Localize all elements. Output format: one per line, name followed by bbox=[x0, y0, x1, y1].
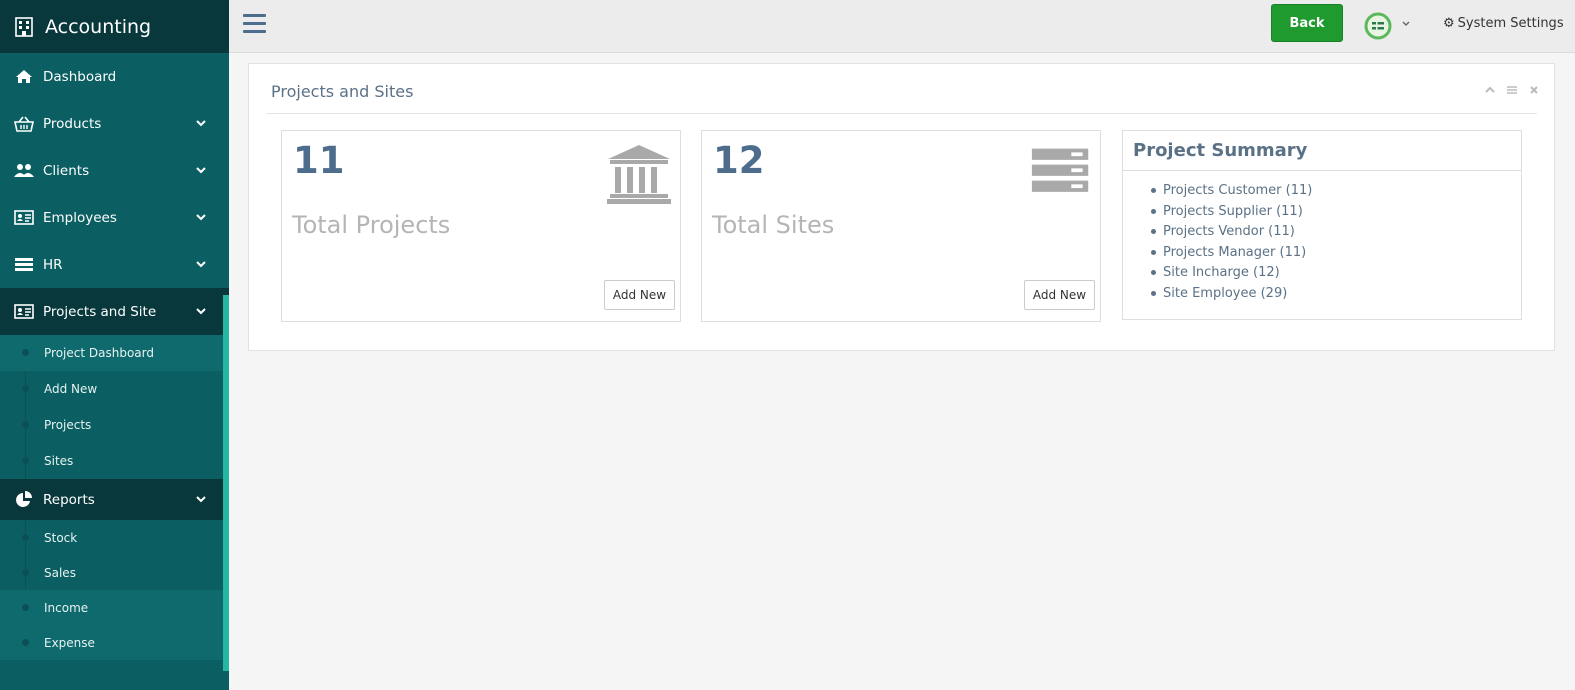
menu-toggle-icon[interactable] bbox=[243, 14, 266, 34]
gear-icon: ⚙ bbox=[1443, 16, 1455, 31]
sidebar-item-label: Employees bbox=[43, 209, 117, 226]
submenu-item-stock[interactable]: Stock bbox=[0, 520, 229, 555]
projects-submenu: Project Dashboard Add New Projects Sites bbox=[0, 335, 229, 479]
chevron-down-icon bbox=[196, 214, 206, 221]
summary-list-item[interactable]: Site Incharge (12) bbox=[1151, 265, 1521, 286]
submenu-item-income[interactable]: Income bbox=[0, 590, 229, 625]
active-section-accent bbox=[223, 295, 229, 671]
sidebar-item-projects-and-site[interactable]: Projects and Site bbox=[0, 288, 229, 335]
summary-list-item[interactable]: Projects Vendor (11) bbox=[1151, 224, 1521, 245]
summary-list-item[interactable]: Site Employee (29) bbox=[1151, 286, 1521, 307]
chevron-down-icon bbox=[196, 496, 206, 503]
total-projects-label: Total Projects bbox=[292, 211, 451, 239]
summary-list-item[interactable]: Projects Manager (11) bbox=[1151, 245, 1521, 266]
sidebar: Accounting Dashboard Products Clients Em… bbox=[0, 0, 229, 690]
total-sites-label: Total Sites bbox=[712, 211, 835, 239]
submenu-item-projects[interactable]: Projects bbox=[0, 407, 229, 443]
sidebar-item-label: Clients bbox=[43, 162, 90, 179]
system-settings-label: System Settings bbox=[1457, 16, 1564, 31]
sidebar-item-clients[interactable]: Clients bbox=[0, 147, 229, 194]
submenu-item-sales[interactable]: Sales bbox=[0, 555, 229, 590]
submenu-item-project-dashboard[interactable]: Project Dashboard bbox=[0, 335, 229, 371]
total-projects-value: 11 bbox=[293, 139, 345, 182]
total-sites-card: 12 Total Sites Add New bbox=[701, 130, 1101, 322]
project-summary-title: Project Summary bbox=[1123, 131, 1521, 171]
submenu-item-sites[interactable]: Sites bbox=[0, 443, 229, 479]
sidebar-item-products[interactable]: Products bbox=[0, 100, 229, 147]
total-projects-card: 11 Total Projects Add New bbox=[281, 130, 681, 322]
topbar: Back ⚙ System Settings bbox=[229, 0, 1575, 53]
sidebar-item-label: Products bbox=[43, 115, 102, 132]
project-summary-list: Projects Customer (11) Projects Supplier… bbox=[1123, 171, 1521, 307]
summary-list-item[interactable]: Projects Supplier (11) bbox=[1151, 204, 1521, 225]
company-logo-icon[interactable] bbox=[1364, 12, 1392, 40]
building-icon bbox=[15, 16, 33, 37]
projects-panel: Projects and Sites 11 Total Projects Add… bbox=[248, 63, 1555, 351]
system-settings-link[interactable]: ⚙ System Settings bbox=[1443, 16, 1564, 31]
sidebar-item-label: Dashboard bbox=[43, 68, 117, 85]
panel-title: Projects and Sites bbox=[271, 82, 414, 101]
brand-title: Accounting bbox=[45, 15, 152, 38]
chevron-down-icon bbox=[196, 261, 206, 268]
sidebar-item-reports[interactable]: Reports bbox=[0, 479, 229, 520]
server-icon bbox=[1031, 148, 1089, 192]
home-icon bbox=[14, 69, 34, 85]
panel-tools bbox=[1484, 84, 1540, 96]
chevron-down-icon bbox=[196, 167, 206, 174]
reports-submenu: Stock Sales Income Expense bbox=[0, 520, 229, 660]
pie-chart-icon bbox=[14, 490, 34, 508]
institution-icon bbox=[607, 145, 671, 204]
submenu-item-add-new[interactable]: Add New bbox=[0, 371, 229, 407]
chevron-down-icon bbox=[196, 308, 206, 315]
sidebar-item-dashboard[interactable]: Dashboard bbox=[0, 53, 229, 100]
add-project-button[interactable]: Add New bbox=[604, 280, 675, 310]
id-card-icon bbox=[14, 304, 34, 320]
users-icon bbox=[14, 163, 34, 179]
total-sites-value: 12 bbox=[713, 139, 765, 182]
close-icon[interactable] bbox=[1528, 84, 1540, 96]
id-card-icon bbox=[14, 210, 34, 226]
brand[interactable]: Accounting bbox=[0, 0, 229, 53]
collapse-icon[interactable] bbox=[1484, 84, 1496, 96]
sidebar-item-label: Reports bbox=[43, 491, 95, 508]
summary-list-item[interactable]: Projects Customer (11) bbox=[1151, 183, 1521, 204]
back-button[interactable]: Back bbox=[1271, 4, 1343, 42]
sidebar-item-employees[interactable]: Employees bbox=[0, 194, 229, 241]
sidebar-item-hr[interactable]: HR bbox=[0, 241, 229, 288]
add-site-button[interactable]: Add New bbox=[1024, 280, 1095, 310]
chevron-down-icon[interactable] bbox=[1401, 19, 1411, 29]
project-summary-card: Project Summary Projects Customer (11) P… bbox=[1122, 130, 1522, 320]
panel-divider bbox=[266, 113, 1537, 114]
submenu-item-expense[interactable]: Expense bbox=[0, 625, 229, 660]
sidebar-item-label: Projects and Site bbox=[43, 303, 157, 320]
list-icon[interactable] bbox=[1506, 84, 1518, 96]
server-icon bbox=[14, 257, 34, 273]
basket-icon bbox=[14, 116, 34, 132]
chevron-down-icon bbox=[196, 120, 206, 127]
sidebar-item-label: HR bbox=[43, 256, 63, 273]
